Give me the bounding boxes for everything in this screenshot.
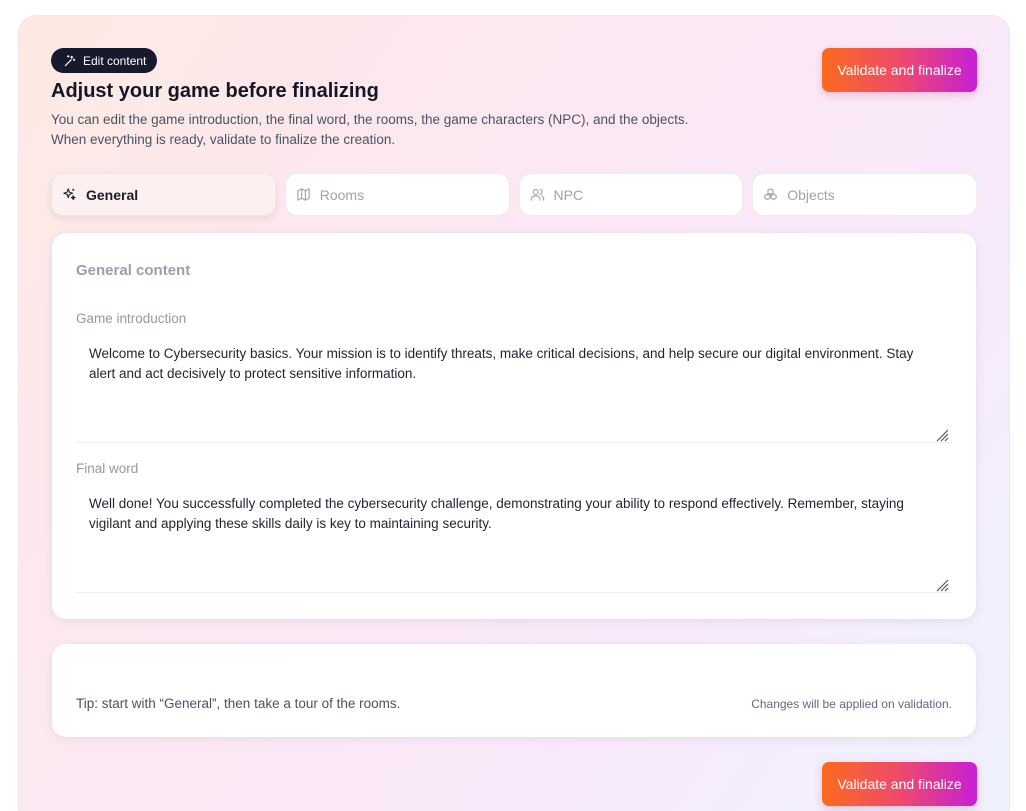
general-content-card: General content Game introduction Welcom… xyxy=(52,233,976,619)
content-tabs: General Rooms NPC Objects xyxy=(51,173,977,216)
tip-text: Tip: start with “General”, then take a t… xyxy=(76,696,401,711)
tab-npc-label: NPC xyxy=(553,186,584,203)
final-word-label: Final word xyxy=(76,461,139,476)
description-line-1: You can edit the game introduction, the … xyxy=(51,112,689,127)
page-description: You can edit the game introduction, the … xyxy=(51,110,688,150)
validate-finalize-button-bottom[interactable]: Validate and finalize xyxy=(822,762,977,806)
tab-general[interactable]: General xyxy=(51,173,276,216)
validate-finalize-button[interactable]: Validate and finalize xyxy=(822,48,977,92)
game-intro-label: Game introduction xyxy=(76,311,187,326)
resize-handle-icon[interactable] xyxy=(935,578,949,592)
boxes-icon xyxy=(764,188,777,201)
badge-label: Edit content xyxy=(83,53,147,68)
final-word-textarea[interactable]: Well done! You successfully completed th… xyxy=(76,485,952,593)
tip-card: Tip: start with “General”, then take a t… xyxy=(52,644,976,737)
game-intro-textarea[interactable]: Welcome to Cybersecurity basics. Your mi… xyxy=(76,335,952,443)
tab-npc[interactable]: NPC xyxy=(518,173,744,216)
tab-rooms[interactable]: Rooms xyxy=(284,173,510,216)
changes-note: Changes will be applied on validation. xyxy=(751,697,952,711)
page-title: Adjust your game before finalizing xyxy=(51,80,379,102)
tab-objects-label: Objects xyxy=(787,186,835,203)
tab-rooms-label: Rooms xyxy=(319,186,365,203)
users-icon xyxy=(530,188,544,201)
section-title: General content xyxy=(76,262,191,279)
edit-content-badge: Edit content xyxy=(51,48,158,73)
magic-wand-icon xyxy=(64,54,76,66)
tab-general-label: General xyxy=(86,186,139,203)
tab-objects[interactable]: Objects xyxy=(752,173,977,216)
map-icon xyxy=(297,188,310,201)
description-line-2: When everything is ready, validate to fi… xyxy=(51,132,396,147)
sparkles-icon xyxy=(63,188,76,201)
resize-handle-icon[interactable] xyxy=(935,428,949,442)
